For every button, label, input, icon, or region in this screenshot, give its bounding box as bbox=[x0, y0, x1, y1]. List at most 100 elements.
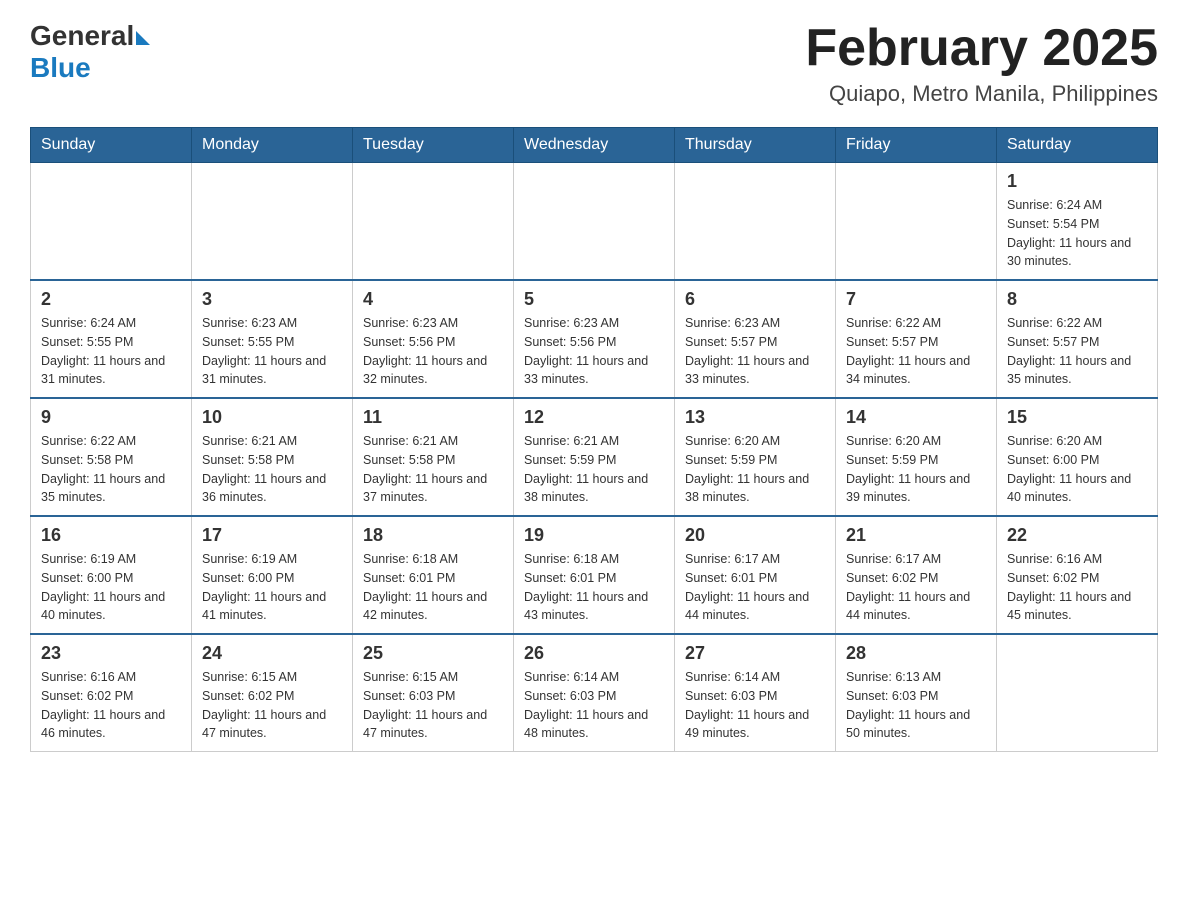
day-number: 3 bbox=[202, 289, 342, 310]
calendar-cell bbox=[675, 163, 836, 281]
calendar-cell: 15 Sunrise: 6:20 AMSunset: 6:00 PMDayligh… bbox=[997, 398, 1158, 516]
calendar-cell: 5 Sunrise: 6:23 AMSunset: 5:56 PMDaylight… bbox=[514, 280, 675, 398]
day-number: 1 bbox=[1007, 171, 1147, 192]
week-row-4: 23Sunrise: 6:16 AMSunset: 6:02 PMDayligh… bbox=[31, 634, 1158, 752]
calendar-cell: 4 Sunrise: 6:23 AMSunset: 5:56 PMDaylight… bbox=[353, 280, 514, 398]
calendar-cell: 1 Sunrise: 6:24 AMSunset: 5:54 PMDaylight… bbox=[997, 163, 1158, 281]
calendar-cell: 8 Sunrise: 6:22 AMSunset: 5:57 PMDaylight… bbox=[997, 280, 1158, 398]
day-number: 24 bbox=[202, 643, 342, 664]
calendar-cell: 11 Sunrise: 6:21 AMSunset: 5:58 PMDayligh… bbox=[353, 398, 514, 516]
calendar-title: February 2025 bbox=[805, 20, 1158, 77]
calendar-cell: 14 Sunrise: 6:20 AMSunset: 5:59 PMDayligh… bbox=[836, 398, 997, 516]
calendar-cell: 23Sunrise: 6:16 AMSunset: 6:02 PMDayligh… bbox=[31, 634, 192, 752]
day-number: 26 bbox=[524, 643, 664, 664]
day-info: Sunrise: 6:22 AMSunset: 5:57 PMDaylight:… bbox=[1007, 314, 1147, 389]
calendar-cell: 26 Sunrise: 6:14 AMSunset: 6:03 PMDayligh… bbox=[514, 634, 675, 752]
logo: General Blue bbox=[30, 20, 150, 84]
day-info: Sunrise: 6:19 AMSunset: 6:00 PMDaylight:… bbox=[202, 550, 342, 625]
day-number: 12 bbox=[524, 407, 664, 428]
calendar-cell: 10 Sunrise: 6:21 AMSunset: 5:58 PMDayligh… bbox=[192, 398, 353, 516]
col-sunday: Sunday bbox=[31, 128, 192, 163]
calendar-cell: 18 Sunrise: 6:18 AMSunset: 6:01 PMDayligh… bbox=[353, 516, 514, 634]
day-info: Sunrise: 6:14 AMSunset: 6:03 PMDaylight:… bbox=[524, 668, 664, 743]
day-number: 19 bbox=[524, 525, 664, 546]
calendar-cell: 22 Sunrise: 6:16 AMSunset: 6:02 PMDayligh… bbox=[997, 516, 1158, 634]
day-info: Sunrise: 6:24 AMSunset: 5:55 PMDaylight:… bbox=[41, 314, 181, 389]
col-monday: Monday bbox=[192, 128, 353, 163]
day-number: 10 bbox=[202, 407, 342, 428]
day-number: 5 bbox=[524, 289, 664, 310]
day-number: 18 bbox=[363, 525, 503, 546]
calendar-cell: 19 Sunrise: 6:18 AMSunset: 6:01 PMDayligh… bbox=[514, 516, 675, 634]
day-number: 9 bbox=[41, 407, 181, 428]
week-row-2: 9 Sunrise: 6:22 AMSunset: 5:58 PMDaylight… bbox=[31, 398, 1158, 516]
day-info: Sunrise: 6:21 AMSunset: 5:58 PMDaylight:… bbox=[202, 432, 342, 507]
calendar-cell bbox=[31, 163, 192, 281]
calendar-cell: 21 Sunrise: 6:17 AMSunset: 6:02 PMDayligh… bbox=[836, 516, 997, 634]
day-info: Sunrise: 6:24 AMSunset: 5:54 PMDaylight:… bbox=[1007, 196, 1147, 271]
day-number: 13 bbox=[685, 407, 825, 428]
logo-general: General bbox=[30, 20, 134, 52]
calendar-cell: 20 Sunrise: 6:17 AMSunset: 6:01 PMDayligh… bbox=[675, 516, 836, 634]
calendar-cell bbox=[192, 163, 353, 281]
day-info: Sunrise: 6:21 AMSunset: 5:59 PMDaylight:… bbox=[524, 432, 664, 507]
calendar-cell: 2Sunrise: 6:24 AMSunset: 5:55 PMDaylight… bbox=[31, 280, 192, 398]
day-info: Sunrise: 6:23 AMSunset: 5:55 PMDaylight:… bbox=[202, 314, 342, 389]
col-tuesday: Tuesday bbox=[353, 128, 514, 163]
calendar-cell bbox=[997, 634, 1158, 752]
day-info: Sunrise: 6:20 AMSunset: 5:59 PMDaylight:… bbox=[685, 432, 825, 507]
calendar-cell: 6 Sunrise: 6:23 AMSunset: 5:57 PMDaylight… bbox=[675, 280, 836, 398]
calendar-cell: 9 Sunrise: 6:22 AMSunset: 5:58 PMDaylight… bbox=[31, 398, 192, 516]
day-info: Sunrise: 6:21 AMSunset: 5:58 PMDaylight:… bbox=[363, 432, 503, 507]
calendar-cell: 16Sunrise: 6:19 AMSunset: 6:00 PMDayligh… bbox=[31, 516, 192, 634]
calendar-cell: 27 Sunrise: 6:14 AMSunset: 6:03 PMDayligh… bbox=[675, 634, 836, 752]
calendar-cell bbox=[353, 163, 514, 281]
day-info: Sunrise: 6:22 AMSunset: 5:58 PMDaylight:… bbox=[41, 432, 181, 507]
week-row-3: 16 Sunrise: 6:19 AMSunset: 6:00 PMDayligh… bbox=[31, 516, 1158, 634]
calendar-cell bbox=[836, 163, 997, 281]
calendar-header-row: Sunday Monday Tuesday Wednesday Thursday… bbox=[31, 128, 1158, 163]
calendar-table: Sunday Monday Tuesday Wednesday Thursday… bbox=[30, 127, 1158, 752]
day-number: 6 bbox=[685, 289, 825, 310]
day-number: 7 bbox=[846, 289, 986, 310]
day-info: Sunrise: 6:18 AMSunset: 6:01 PMDaylight:… bbox=[524, 550, 664, 625]
week-row-1: 2Sunrise: 6:24 AMSunset: 5:55 PMDaylight… bbox=[31, 280, 1158, 398]
day-number: 22 bbox=[1007, 525, 1147, 546]
day-number: 8 bbox=[1007, 289, 1147, 310]
logo-blue: Blue bbox=[30, 52, 150, 84]
calendar-cell: 28 Sunrise: 6:13 AMSunset: 6:03 PMDayligh… bbox=[836, 634, 997, 752]
col-friday: Friday bbox=[836, 128, 997, 163]
day-info: Sunrise: 6:23 AMSunset: 5:56 PMDaylight:… bbox=[524, 314, 664, 389]
day-number: 16 bbox=[41, 525, 181, 546]
day-info: Sunrise: 6:17 AMSunset: 6:02 PMDaylight:… bbox=[846, 550, 986, 625]
day-info: Sunrise: 6:23 AMSunset: 5:56 PMDaylight:… bbox=[363, 314, 503, 389]
calendar-cell: 13 Sunrise: 6:20 AMSunset: 5:59 PMDayligh… bbox=[675, 398, 836, 516]
day-info: Sunrise: 6:23 AMSunset: 5:57 PMDaylight:… bbox=[685, 314, 825, 389]
day-number: 27 bbox=[685, 643, 825, 664]
day-info: Sunrise: 6:17 AMSunset: 6:01 PMDaylight:… bbox=[685, 550, 825, 625]
calendar-cell: 17Sunrise: 6:19 AMSunset: 6:00 PMDayligh… bbox=[192, 516, 353, 634]
day-info: Sunrise: 6:18 AMSunset: 6:01 PMDaylight:… bbox=[363, 550, 503, 625]
day-info: Sunrise: 6:20 AMSunset: 6:00 PMDaylight:… bbox=[1007, 432, 1147, 507]
week-row-0: 1 Sunrise: 6:24 AMSunset: 5:54 PMDaylight… bbox=[31, 163, 1158, 281]
day-info: Sunrise: 6:16 AMSunset: 6:02 PMDaylight:… bbox=[1007, 550, 1147, 625]
day-info: Sunrise: 6:14 AMSunset: 6:03 PMDaylight:… bbox=[685, 668, 825, 743]
day-number: 28 bbox=[846, 643, 986, 664]
calendar-cell bbox=[514, 163, 675, 281]
title-block: February 2025 Quiapo, Metro Manila, Phil… bbox=[805, 20, 1158, 107]
col-thursday: Thursday bbox=[675, 128, 836, 163]
calendar-cell: 7 Sunrise: 6:22 AMSunset: 5:57 PMDaylight… bbox=[836, 280, 997, 398]
calendar-cell: 24 Sunrise: 6:15 AMSunset: 6:02 PMDayligh… bbox=[192, 634, 353, 752]
day-info: Sunrise: 6:15 AMSunset: 6:02 PMDaylight:… bbox=[202, 668, 342, 743]
day-number: 15 bbox=[1007, 407, 1147, 428]
day-number: 14 bbox=[846, 407, 986, 428]
day-number: 21 bbox=[846, 525, 986, 546]
calendar-subtitle: Quiapo, Metro Manila, Philippines bbox=[805, 81, 1158, 107]
day-info: Sunrise: 6:22 AMSunset: 5:57 PMDaylight:… bbox=[846, 314, 986, 389]
day-info: Sunrise: 6:13 AMSunset: 6:03 PMDaylight:… bbox=[846, 668, 986, 743]
day-number: 11 bbox=[363, 407, 503, 428]
calendar-cell: 3 Sunrise: 6:23 AMSunset: 5:55 PMDaylight… bbox=[192, 280, 353, 398]
day-number: 4 bbox=[363, 289, 503, 310]
day-number: 20 bbox=[685, 525, 825, 546]
day-info: Sunrise: 6:20 AMSunset: 5:59 PMDaylight:… bbox=[846, 432, 986, 507]
